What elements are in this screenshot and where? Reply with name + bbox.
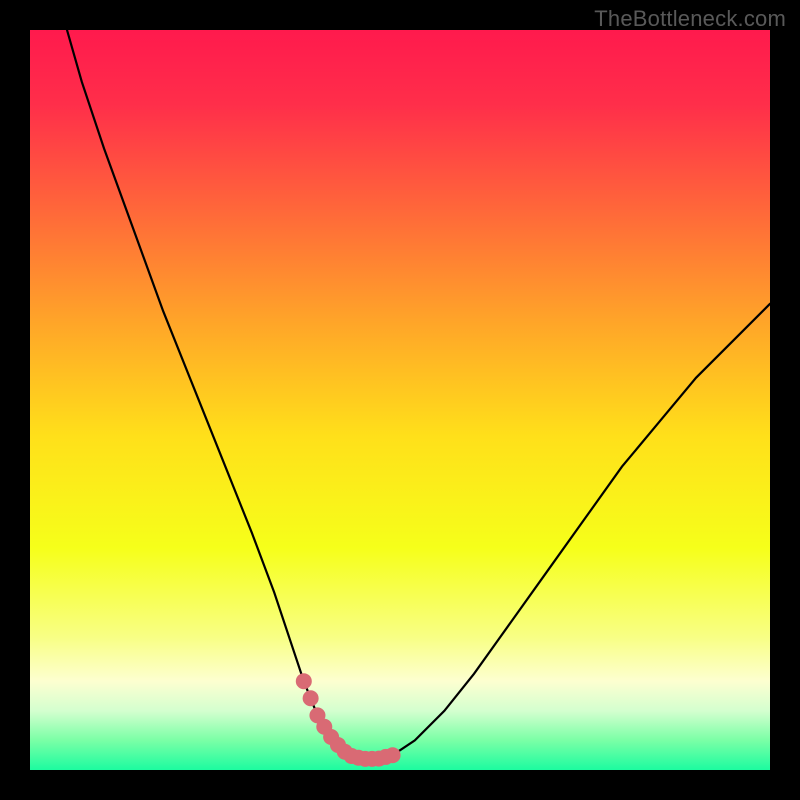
watermark-text: TheBottleneck.com [594, 6, 786, 32]
valley-marker-dot [385, 747, 401, 763]
gradient-background [30, 30, 770, 770]
valley-marker-dot [296, 673, 312, 689]
valley-marker-dot [303, 690, 319, 706]
chart-stage: TheBottleneck.com [0, 0, 800, 800]
bottleneck-chart [30, 30, 770, 770]
plot-area [30, 30, 770, 770]
